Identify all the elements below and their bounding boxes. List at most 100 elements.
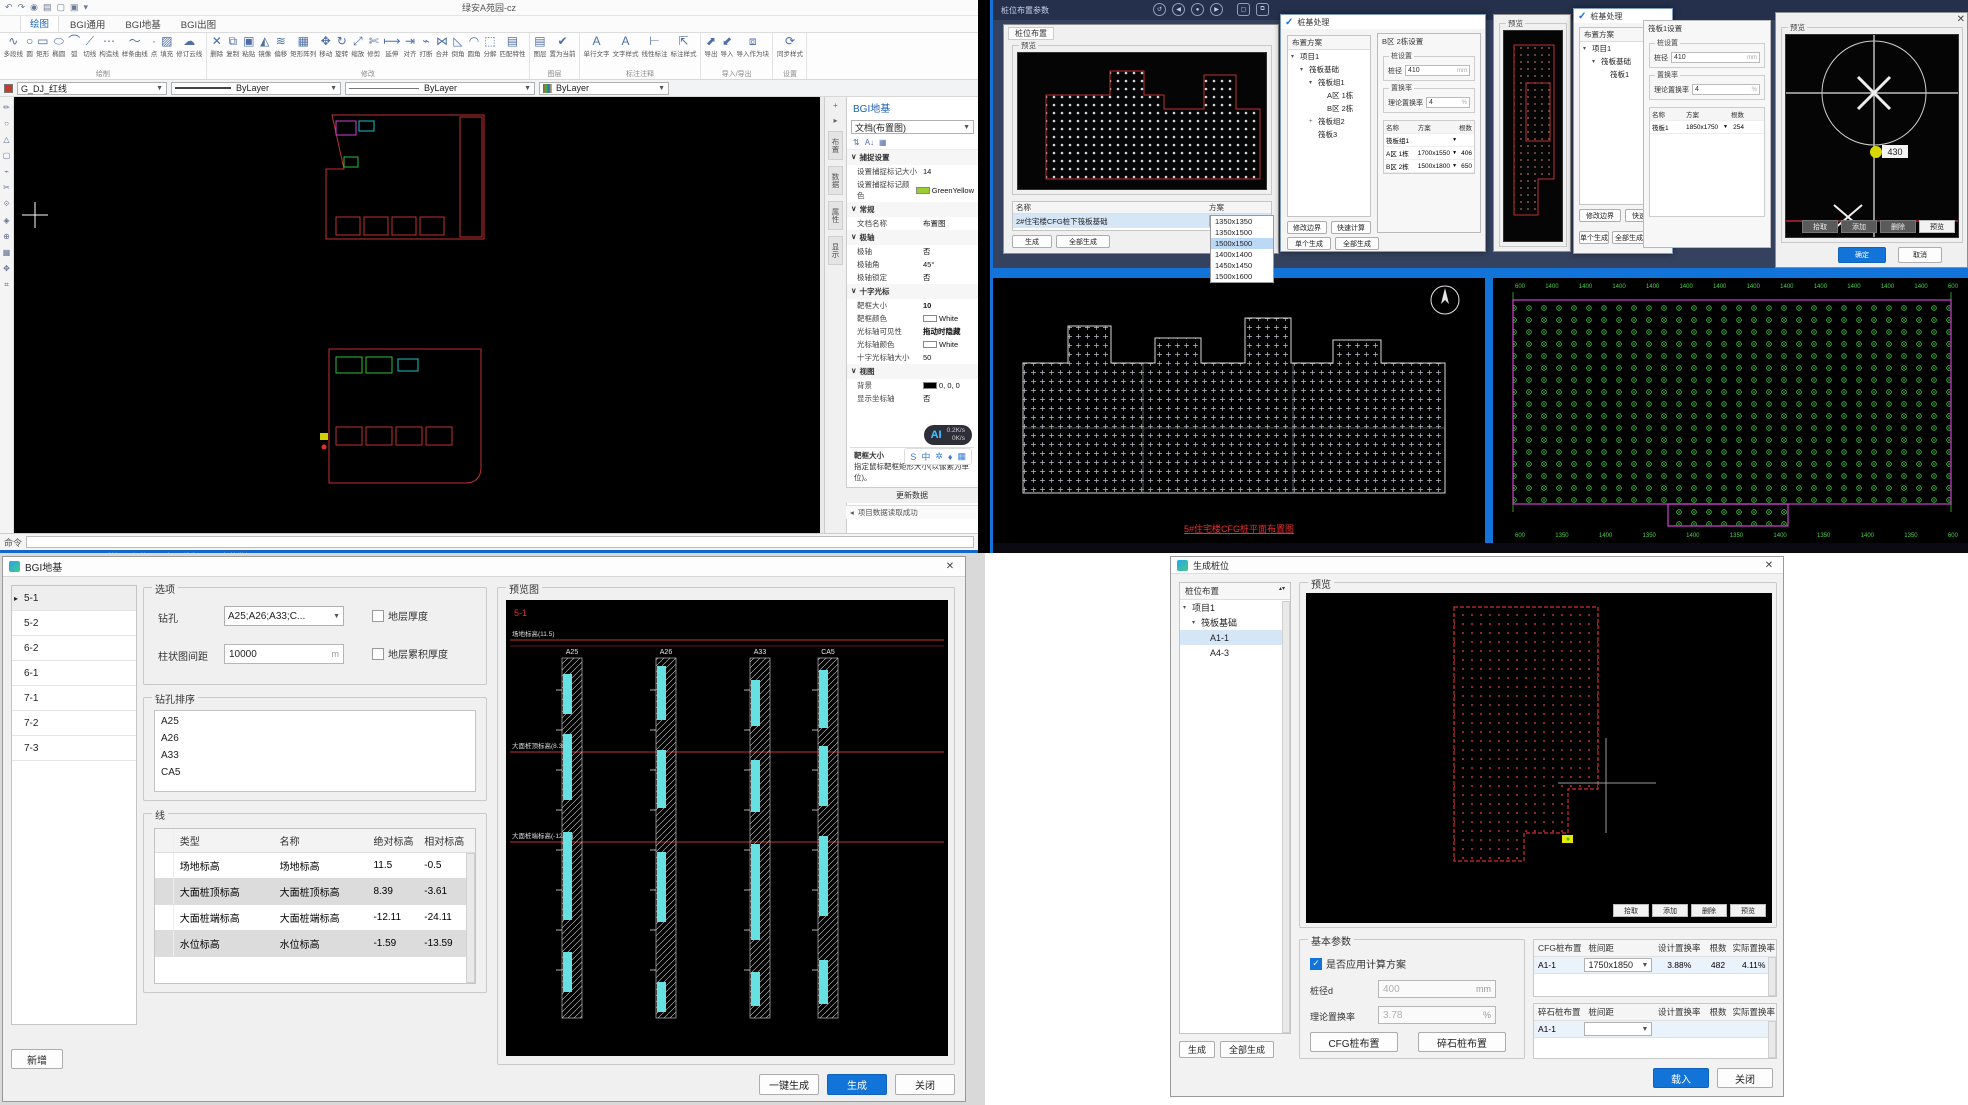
ribbon-tool[interactable]: ⟋切线 [82,34,98,58]
apply-calc-checkbox[interactable]: ✓是否应用计算方案 [1310,956,1406,971]
ratio-input[interactable]: 4% [1692,84,1760,95]
overlay-button[interactable]: 删除 [1880,220,1916,233]
overlay-button[interactable]: 拾取 [1613,904,1649,917]
section-list-item[interactable]: ▸6-2 [12,636,136,661]
ribbon-tool[interactable]: A文字样式 [611,34,640,58]
table-scrollbar[interactable] [466,853,475,983]
overlay-button[interactable]: 删除 [1691,904,1727,917]
raft-preview-canvas[interactable] [1503,30,1563,242]
add-section-button[interactable]: 新增 [11,1049,63,1069]
plan-option[interactable]: 1500x1600 [1211,271,1273,282]
ribbon-tool[interactable]: ↻旋转 [334,34,350,58]
plan-option[interactable]: 1350x1350 [1211,216,1273,227]
player-control-button[interactable]: ▶ [1210,3,1223,16]
tree-item[interactable]: +筏板组2 [1288,115,1370,128]
prop-row[interactable]: 设置捕捉标记大小14 [847,165,978,178]
ribbon-tool[interactable]: 〜样条曲线 [120,34,149,58]
update-data-button[interactable]: 更新数据 [846,487,978,503]
generate-one-button[interactable]: 单个生成 [1579,231,1609,244]
ribbon-tool[interactable]: ⟼延伸 [382,34,402,58]
overlay-button[interactable]: 预览 [1730,904,1766,917]
tree-item[interactable]: A区 1栋 [1288,89,1370,102]
spacing-select[interactable]: ▼ [1584,1022,1652,1036]
ribbon-tool[interactable]: ▦矩形阵列 [289,34,318,58]
prop-group-header[interactable]: ∨十字光标 [847,284,978,299]
ribbon-tool[interactable]: ▤图层 [532,34,548,58]
close-icon[interactable]: ✕ [1761,560,1777,571]
generate-button[interactable]: 生成 [1012,235,1052,248]
props-toolbar-icon[interactable]: ▦ [879,138,887,147]
props-toolbar-icon[interactable]: A↓ [865,138,874,147]
cfg-pile-row[interactable]: A1-1 1750x1850▼ 3.88%4824.11% [1534,957,1776,974]
color-select[interactable]: ByLayer▼ [539,82,669,95]
table-scrollbar[interactable] [1768,1021,1776,1058]
ribbon-tool[interactable]: ☁修订云线 [175,34,204,58]
ime-icon[interactable]: ♦ [948,452,953,462]
props-toolbar-icon[interactable]: ⇅ [853,138,860,147]
ime-icon[interactable]: S [910,452,916,462]
generate-one-button[interactable]: 单个生成 [1287,237,1331,250]
linetype-select[interactable]: ByLayer▼ [345,82,535,95]
ribbon-tool[interactable]: ⟳同步样式 [775,34,804,58]
ribbon-tool[interactable]: ◠圆角 [466,34,482,58]
borehole-select[interactable]: A25;A26;A33;C...▼ [224,606,344,626]
expander-icon[interactable]: ▾ [1309,79,1316,86]
ribbon-tab[interactable]: BGI地基 [116,16,169,32]
ribbon-tool[interactable]: ⬋导入 [719,34,735,58]
generate-all-button[interactable]: 全部生成 [1612,231,1646,244]
prop-row[interactable]: 显示坐标轴否 [847,392,978,405]
plan-option[interactable]: 1450x1450 [1211,260,1273,271]
prop-row[interactable]: 靶框颜色White [847,312,978,325]
ribbon-tool[interactable]: ◭镜像 [257,34,273,58]
prop-row[interactable]: 靶框大小10 [847,299,978,312]
ribbon-tool[interactable]: A单行文字 [582,34,611,58]
tree-item[interactable]: ▾项目1 [1288,50,1370,63]
tree-item[interactable]: A1-1 [1180,630,1290,645]
side-panel-tab[interactable]: 布置 [828,131,843,160]
tree-item[interactable]: 筏板3 [1288,128,1370,141]
lines-table-row[interactable]: 大面桩端标高 大面桩端标高 -12.11 -24.11 [155,905,475,931]
prop-row[interactable]: 极轴否 [847,245,978,258]
ribbon-tool[interactable]: ⋈合并 [434,34,450,58]
ribbon-tool[interactable]: ∿多段线 [2,34,25,58]
one-key-generate-button[interactable]: 一键生成 [759,1074,819,1095]
ime-icon[interactable]: ▦ [957,451,966,462]
prop-row[interactable]: 极轴锁定否 [847,271,978,284]
prop-group-header[interactable]: ∨捕捉设置 [847,150,978,165]
prop-row[interactable]: 光标轴可见性拖动时隐藏 [847,325,978,338]
section-list-item[interactable]: ▸6-1 [12,661,136,686]
left-tool-icon[interactable]: ⌁ [4,167,9,176]
ribbon-tool[interactable]: ○圆 [25,34,35,58]
prop-group-header[interactable]: ∨极轴 [847,230,978,245]
left-tool-icon[interactable]: ✂ [3,183,10,192]
side-panel-tab[interactable]: 属性 [828,201,843,230]
scheme-table-row[interactable]: A区 1栋1700x1550▼406 [1384,147,1474,160]
tab-pile-layout[interactable]: 桩位布置 [1008,27,1054,40]
lines-table-row[interactable]: 场地标高 场地标高 11.5 -0.5 [155,853,475,879]
prop-row[interactable]: 文档名称布置图 [847,217,978,230]
ribbon-tool[interactable]: ≋偏移 [273,34,289,58]
ratio-input[interactable]: 3.78% [1378,1006,1496,1024]
cumulative-thickness-checkbox[interactable]: 地层累积厚度 [372,646,448,661]
generate-button[interactable]: 生成 [1179,1041,1215,1058]
tree-item[interactable]: ▾筏板基础 [1180,615,1290,630]
left-tool-icon[interactable]: ◈ [3,216,9,225]
pile-position-canvas[interactable]: 拾取添加删除预览 [1306,593,1772,923]
expander-icon[interactable]: ▾ [1183,604,1190,611]
tree-item[interactable]: B区 2栋 [1288,102,1370,115]
edit-boundary-button[interactable]: 修改边界 [1287,221,1327,234]
close-button[interactable]: 关闭 [1717,1068,1773,1088]
ribbon-tool[interactable]: ·点 [149,34,159,58]
left-tool-icon[interactable]: ○ [4,119,9,128]
borehole-item[interactable]: A33 [161,747,469,764]
table-scrollbar[interactable] [1768,957,1776,996]
generate-button[interactable]: 生成 [827,1074,887,1095]
tree-scrollbar[interactable] [1282,601,1290,1033]
lines-table-row[interactable]: 大面桩顶标高 大面桩顶标高 8.39 -3.61 [155,879,475,905]
ribbon-tool[interactable]: ⬭椭圆 [51,34,67,58]
player-control-button[interactable]: ⧉ [1256,3,1269,16]
left-tool-icon[interactable]: △ [3,135,9,144]
layer-thickness-checkbox[interactable]: 地层厚度 [372,608,428,623]
prop-row[interactable]: 设置捕捉标记颜色GreenYellow [847,178,978,202]
expander-icon[interactable]: ▾ [1291,53,1298,60]
